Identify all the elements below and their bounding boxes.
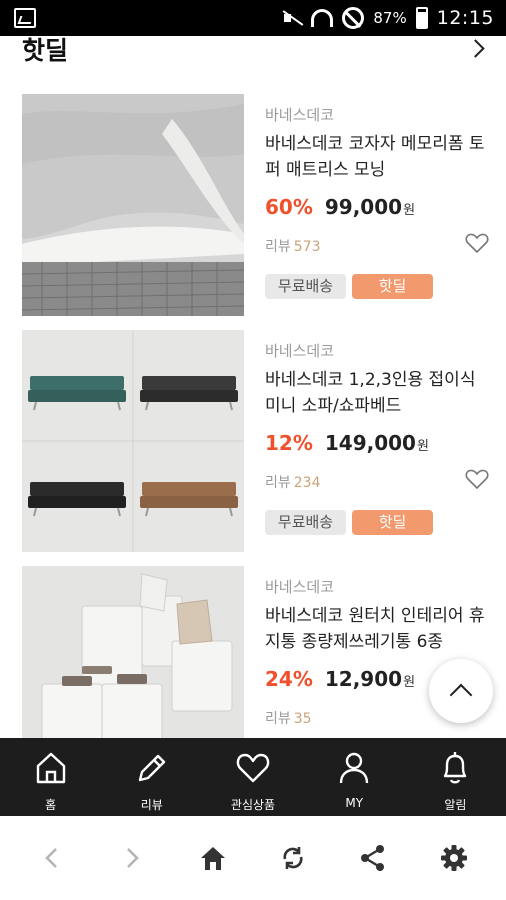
- nav-label: MY: [345, 796, 364, 810]
- nav-wishlist[interactable]: 관심상품: [202, 738, 303, 816]
- review-label: 리뷰: [265, 711, 291, 727]
- hot-deal-badge: 핫딜: [352, 274, 433, 299]
- hot-deal-badge: 핫딜: [352, 510, 433, 535]
- settings-button[interactable]: [434, 838, 474, 878]
- discount-rate: 60%: [265, 195, 313, 219]
- price: 12,900: [324, 667, 403, 691]
- nav-notifications[interactable]: 알림: [405, 738, 506, 816]
- product-image[interactable]: [22, 94, 244, 316]
- price-row: 12% 149,000 원: [265, 431, 429, 455]
- chevron-right-icon[interactable]: [466, 39, 485, 58]
- wifi-icon: [311, 9, 334, 27]
- do-not-disturb-icon: [342, 7, 365, 29]
- nav-label: 알림: [444, 798, 467, 812]
- nav-review[interactable]: 리뷰: [101, 738, 202, 816]
- badges: 무료배송 핫딜: [265, 274, 433, 299]
- product-image[interactable]: [22, 330, 244, 552]
- free-shipping-badge: 무료배송: [265, 510, 346, 535]
- bell-icon: [444, 752, 467, 784]
- clock: 12:15: [436, 7, 494, 29]
- section-title: 핫딜: [22, 36, 69, 65]
- review-label: 리뷰: [265, 239, 291, 255]
- back-button[interactable]: [32, 838, 72, 878]
- share-button[interactable]: [353, 838, 393, 878]
- nav-label: 홈: [45, 798, 57, 812]
- currency: 원: [403, 203, 416, 218]
- forward-icon: [127, 848, 140, 868]
- heart-icon[interactable]: [465, 232, 489, 254]
- settings-icon: [440, 845, 467, 871]
- product-brand: 바네스데코: [265, 578, 335, 596]
- browser-toolbar: [0, 816, 506, 900]
- home-icon: [200, 847, 225, 870]
- currency: 원: [416, 439, 429, 454]
- price-row: 60% 99,000 원: [265, 195, 415, 219]
- browser-home-button[interactable]: [193, 838, 233, 878]
- price-row: 24% 12,900 원: [265, 667, 415, 691]
- price: 149,000: [324, 431, 416, 455]
- forward-button[interactable]: [112, 838, 152, 878]
- nav-label: 리뷰: [140, 798, 163, 812]
- mute-icon: [282, 9, 302, 27]
- nav-my[interactable]: MY: [304, 738, 405, 816]
- scroll-to-top-button[interactable]: [429, 659, 493, 723]
- product-name[interactable]: 바네스데코 코자자 메모리폼 토퍼 매트리스 모닝: [265, 131, 490, 183]
- price: 99,000: [324, 195, 403, 219]
- product-image[interactable]: [22, 566, 244, 738]
- gallery-notification-icon: [14, 8, 36, 28]
- person-icon: [340, 752, 369, 784]
- section-header: 핫딜: [0, 36, 506, 74]
- review-info: 리뷰 234: [265, 472, 321, 492]
- battery-icon: [415, 7, 428, 29]
- heart-icon[interactable]: [465, 468, 489, 490]
- product-name[interactable]: 바네스데코 원터치 인테리어 휴지통 종량제쓰레기통 6종: [265, 603, 490, 655]
- discount-rate: 24%: [265, 667, 313, 691]
- review-count: 234: [293, 475, 321, 491]
- review-count: 35: [293, 711, 312, 727]
- back-icon: [45, 848, 58, 868]
- currency: 원: [403, 675, 416, 690]
- badges: 무료배송 핫딜: [265, 510, 433, 535]
- review-info: 리뷰 573: [265, 236, 321, 256]
- status-bar: 87% 12:15: [0, 0, 506, 36]
- refresh-button[interactable]: [273, 838, 313, 878]
- product-name[interactable]: 바네스데코 1,2,3인용 접이식 미니 소파/쇼파베드: [265, 367, 490, 419]
- heart-icon: [236, 753, 270, 783]
- free-shipping-badge: 무료배송: [265, 274, 346, 299]
- home-icon: [36, 752, 65, 784]
- share-icon: [361, 845, 385, 871]
- nav-label: 관심상품: [230, 798, 276, 812]
- refresh-icon: [283, 847, 303, 869]
- review-count: 573: [293, 239, 321, 255]
- pencil-icon: [138, 754, 165, 782]
- product-card[interactable]: 바네스데코 바네스데코 코자자 메모리폼 토퍼 매트리스 모닝 60% 99,0…: [0, 94, 506, 319]
- product-card[interactable]: 바네스데코 바네스데코 1,2,3인용 접이식 미니 소파/쇼파베드 12% 1…: [0, 330, 506, 555]
- review-info: 리뷰 35: [265, 708, 312, 728]
- battery-percent: 87%: [373, 9, 407, 27]
- review-label: 리뷰: [265, 475, 291, 491]
- product-card[interactable]: 바네스데코 바네스데코 원터치 인테리어 휴지통 종량제쓰레기통 6종 24% …: [0, 566, 506, 738]
- discount-rate: 12%: [265, 431, 313, 455]
- app-bottom-nav: 홈 리뷰 관심상품 MY 알림: [0, 738, 506, 816]
- product-brand: 바네스데코: [265, 106, 335, 124]
- nav-home[interactable]: 홈: [0, 738, 101, 816]
- product-brand: 바네스데코: [265, 342, 335, 360]
